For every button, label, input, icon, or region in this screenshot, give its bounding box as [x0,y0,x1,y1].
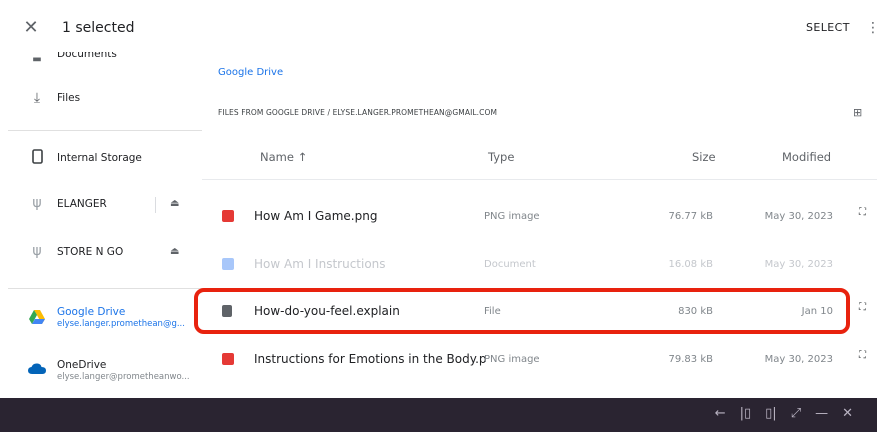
google-drive-icon [28,310,46,328]
dock-left-icon[interactable]: |▯ [740,406,752,421]
file-type: PNG image [484,354,540,365]
grid-view-icon[interactable]: ⊞ [853,106,862,119]
file-type: File [484,306,501,317]
sidebar-item-label: Documents [57,52,117,60]
image-icon [222,210,234,222]
usb-icon: ψ [32,195,42,211]
file-icon [222,305,232,317]
column-header-type[interactable]: Type [488,150,514,164]
sidebar-item-internal-storage[interactable]: Internal Storage [0,144,202,174]
document-icon: ▬ [32,54,42,65]
column-header-modified[interactable]: Modified [782,150,831,164]
top-bar: ✕ 1 selected SELECT ⋮ [0,0,877,56]
bottom-bar: ← |▯ ▯| ⤢ — ✕ [0,398,877,432]
file-modified: May 30, 2023 [764,211,833,222]
sidebar-divider [8,288,202,289]
expand-icon[interactable]: ⛶ [859,302,866,313]
expand-icon[interactable]: ⛶ [859,350,866,361]
breadcrumb[interactable]: Google Drive [218,67,283,78]
table-row[interactable]: Instructions for Emotions in the Body.pn… [202,336,877,382]
file-modified: May 30, 2023 [764,354,833,365]
sidebar-item-label: ELANGER [57,198,107,210]
window-controls: ← |▯ ▯| ⤢ — ✕ [715,406,853,421]
file-type: Document [484,259,536,270]
file-size: 79.83 kB [668,354,713,365]
onedrive-icon [28,362,46,378]
file-modified: May 30, 2023 [764,259,833,270]
close-window-icon[interactable]: ✕ [842,406,853,421]
sidebar-item-label: OneDrive [57,359,107,371]
doc-icon [222,258,234,270]
sidebar-item-account: elyse.langer@prometheanwo... [57,372,190,382]
file-size: 830 kB [678,306,713,317]
header-divider [202,179,877,180]
sidebar-item-account: elyse.langer.promethean@g... [57,319,185,329]
file-type: PNG image [484,211,540,222]
selection-count: 1 selected [62,20,135,36]
file-name: How Am I Game.png [254,209,378,223]
table-row[interactable]: How Am I Game.png PNG image 76.77 kB May… [202,193,877,239]
sidebar-item-label: Internal Storage [57,152,142,164]
column-header-name[interactable]: Name ↑ [260,150,307,164]
sidebar-item-store-n-go[interactable]: ψ STORE N GO ⏏ [0,238,202,268]
file-name: How-do-you-feel.explain [254,304,400,318]
sidebar-item-label: Google Drive [57,306,126,318]
file-browser: Google Drive FILES FROM GOOGLE DRIVE / E… [202,56,877,398]
sidebar-item-elanger[interactable]: ψ ELANGER ⏏ [0,190,202,220]
sidebar-item-documents[interactable]: ▬ Documents [0,52,202,66]
back-icon[interactable]: ← [715,406,726,421]
sidebar: ▬ Documents ⤓ Files Internal Storage ψ E… [0,52,202,398]
sidebar-item-google-drive[interactable]: Google Drive elyse.langer.promethean@g..… [0,300,202,340]
file-size: 76.77 kB [668,211,713,222]
file-name: Instructions for Emotions in the Body.pn… [254,352,486,366]
maximize-icon[interactable]: ⤢ [791,406,801,421]
eject-icon[interactable]: ⏏ [170,246,179,257]
image-icon [222,353,234,365]
file-size: 16.08 kB [668,259,713,270]
select-button[interactable]: SELECT [806,21,850,34]
minimize-icon[interactable]: — [815,406,828,421]
eject-icon[interactable]: ⏏ [170,198,179,209]
path-label: FILES FROM GOOGLE DRIVE / ELYSE.LANGER.P… [218,108,498,117]
expand-icon[interactable]: ⛶ [859,207,866,218]
sidebar-item-label: STORE N GO [57,246,124,258]
dock-right-icon[interactable]: ▯| [765,406,777,421]
file-modified: Jan 10 [801,306,833,317]
close-icon[interactable]: ✕ [20,17,42,39]
file-name: How Am I Instructions [254,257,386,271]
sidebar-item-onedrive[interactable]: OneDrive elyse.langer@prometheanwo... [0,350,202,390]
sidebar-divider [8,130,202,131]
table-row[interactable]: How-do-you-feel.explain File 830 kB Jan … [202,288,877,334]
column-header-size[interactable]: Size [692,150,716,164]
sidebar-item-files[interactable]: ⤓ Files [0,84,202,114]
phone-icon [28,149,46,168]
table-row: How Am I Instructions Document 16.08 kB … [202,241,877,287]
usb-icon: ψ [32,243,42,259]
download-icon: ⤓ [33,90,41,106]
eject-divider [155,197,156,213]
more-vert-icon[interactable]: ⋮ [866,18,877,38]
sidebar-item-label: Files [57,92,81,104]
